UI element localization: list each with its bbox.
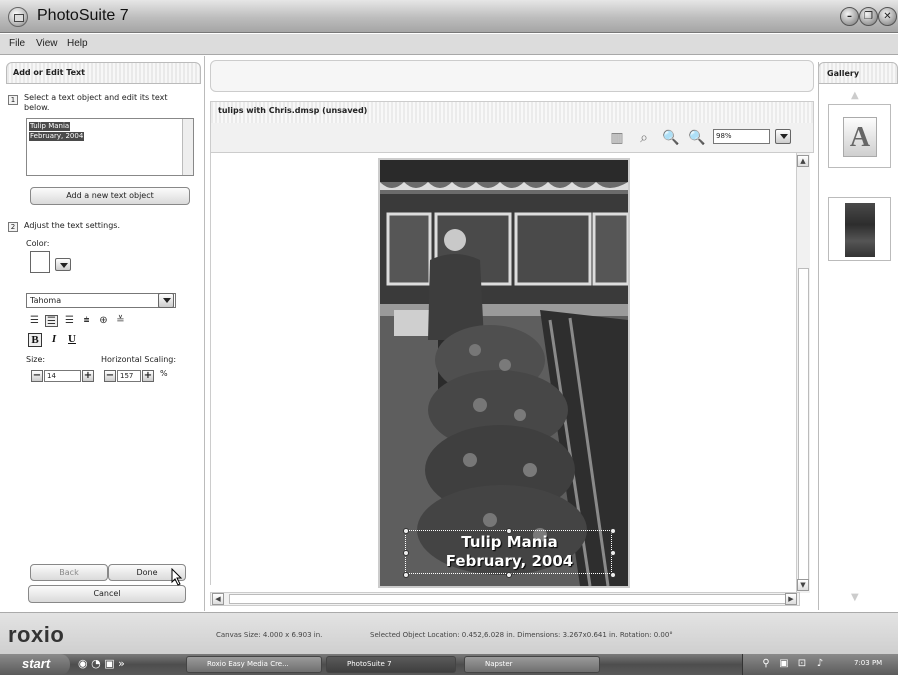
add-text-object-button[interactable]: Add a new text object xyxy=(30,187,190,205)
photo-thumbnail xyxy=(845,203,875,257)
gallery-photo-thumb[interactable] xyxy=(828,197,891,261)
close-button[interactable]: ✕ xyxy=(878,7,897,26)
scaling-field[interactable]: 157 xyxy=(117,370,141,382)
scroll-up-icon[interactable]: ▲ xyxy=(797,155,809,167)
tray-icon[interactable]: ⊡ xyxy=(796,658,808,670)
step-1-instruction-line1: Select a text object and edit its text xyxy=(24,93,168,102)
app-icon[interactable] xyxy=(8,7,28,27)
color-dropdown-icon[interactable] xyxy=(55,258,71,271)
scroll-left-icon[interactable]: ◀ xyxy=(212,593,224,605)
scaling-increase-button[interactable]: + xyxy=(142,370,154,382)
underline-icon[interactable]: U xyxy=(65,333,79,347)
text-line-1: Tulip Mania xyxy=(29,122,71,131)
menu-bar xyxy=(0,34,898,55)
resize-handle[interactable] xyxy=(610,572,616,578)
menu-help[interactable]: Help xyxy=(67,38,88,49)
scroll-down-icon[interactable]: ▼ xyxy=(797,579,809,591)
minimize-button[interactable]: – xyxy=(840,7,859,26)
taskbar-item-napster[interactable]: Napster xyxy=(464,656,600,673)
canvas-size-status: Canvas Size: 4.000 x 6.903 in. xyxy=(216,631,323,639)
text-line-2: February, 2004 xyxy=(29,132,85,141)
roxio-logo: roxio xyxy=(8,622,65,647)
clock: 7:03 PM xyxy=(854,659,883,667)
cancel-button[interactable]: Cancel xyxy=(28,585,186,603)
step-1-instruction-line2: below. xyxy=(24,103,50,112)
size-increase-button[interactable]: + xyxy=(82,370,94,382)
bold-icon[interactable]: B xyxy=(28,333,42,347)
vertical-scrollbar[interactable]: ▲ ▼ xyxy=(796,153,810,593)
tray-icon[interactable]: ▣ xyxy=(778,658,790,670)
horizontal-scaling-label: Horizontal Scaling: xyxy=(101,355,177,364)
resize-handle[interactable] xyxy=(506,572,512,578)
scaling-unit: % xyxy=(160,369,168,378)
overlay-line-2: February, 2004 xyxy=(445,552,574,570)
zoom-dropdown-icon[interactable] xyxy=(775,129,791,144)
tray-icon[interactable]: ⚲ xyxy=(760,658,772,670)
align-middle-icon[interactable]: ⊕ xyxy=(97,315,110,327)
taskbar-item-roxio[interactable]: Roxio Easy Media Cre... xyxy=(186,656,322,673)
gallery-header: Gallery xyxy=(818,62,898,84)
text-object-selection[interactable]: Tulip Mania February, 2004 xyxy=(403,528,616,578)
zoom-out-icon[interactable]: 🔍 xyxy=(688,129,706,147)
taskbar-item-photosuite[interactable]: PhotoSuite 7 xyxy=(326,656,456,673)
back-button[interactable]: Back xyxy=(30,564,108,581)
document-title: tulips with Chris.dmsp (unsaved) xyxy=(218,106,368,115)
zoom-select[interactable]: 98% xyxy=(713,129,770,144)
step-2-badge: 2 xyxy=(8,222,18,232)
align-right-icon[interactable]: ☰ xyxy=(63,315,76,327)
top-banner xyxy=(210,60,814,92)
window-title: PhotoSuite 7 xyxy=(37,7,129,24)
resize-handle[interactable] xyxy=(610,550,616,556)
resize-handle[interactable] xyxy=(610,528,616,534)
vertical-scroll-thumb[interactable] xyxy=(798,268,809,588)
step-1-badge: 1 xyxy=(8,95,18,105)
zoom-area-icon[interactable]: ⌕ xyxy=(635,129,653,147)
overlay-line-1: Tulip Mania xyxy=(461,533,558,551)
font-dropdown-icon[interactable] xyxy=(158,293,174,308)
resize-handle[interactable] xyxy=(506,528,512,534)
panel-header: Add or Edit Text xyxy=(6,62,201,84)
gallery-scroll-up-icon[interactable]: ▲ xyxy=(851,90,859,101)
scroll-right-icon[interactable]: ▶ xyxy=(785,593,797,605)
color-swatch[interactable] xyxy=(30,251,50,273)
align-top-icon[interactable]: ⩧ xyxy=(80,315,93,327)
align-center-icon[interactable]: ☰ xyxy=(45,315,58,327)
color-label: Color: xyxy=(26,239,50,248)
fit-page-icon[interactable]: ▥ xyxy=(608,129,626,147)
menu-file[interactable]: File xyxy=(9,38,25,49)
menu-view[interactable]: View xyxy=(36,38,58,49)
zoom-in-icon[interactable]: 🔍 xyxy=(662,129,680,147)
resize-handle[interactable] xyxy=(403,550,409,556)
selected-object-status: Selected Object Location: 0.452,6.028 in… xyxy=(370,631,673,639)
resize-handle[interactable] xyxy=(403,572,409,578)
horizontal-scroll-thumb[interactable] xyxy=(229,594,797,604)
quick-launch-icons[interactable]: ◉ ◔ ▣ » xyxy=(78,657,125,670)
horizontal-scrollbar[interactable]: ◀ ▶ xyxy=(210,592,800,606)
start-button[interactable]: start xyxy=(0,654,70,675)
step-2-instruction: Adjust the text settings. xyxy=(24,221,120,230)
scaling-decrease-button[interactable]: − xyxy=(104,370,116,382)
mouse-cursor-icon xyxy=(171,568,183,586)
text-style-a-icon: A xyxy=(843,117,877,157)
font-select[interactable]: Tahoma xyxy=(26,293,176,308)
text-box-scrollbar[interactable] xyxy=(182,119,193,175)
photo-scene xyxy=(380,160,628,586)
size-decrease-button[interactable]: − xyxy=(31,370,43,382)
photo-image[interactable] xyxy=(378,158,630,588)
size-label: Size: xyxy=(26,355,46,364)
align-bottom-icon[interactable]: ≚ xyxy=(114,315,127,327)
italic-icon[interactable]: I xyxy=(47,333,61,347)
gallery-scroll-down-icon[interactable]: ▼ xyxy=(851,592,859,603)
align-left-icon[interactable]: ☰ xyxy=(28,315,41,327)
restore-button[interactable]: ❐ xyxy=(859,7,878,26)
gallery-text-style-thumb[interactable]: A xyxy=(828,104,891,168)
text-edit-box[interactable]: Tulip Mania February, 2004 xyxy=(26,118,194,176)
title-bar xyxy=(0,0,898,33)
resize-handle[interactable] xyxy=(403,528,409,534)
size-field[interactable]: 14 xyxy=(44,370,81,382)
tray-icon[interactable]: ♪ xyxy=(814,658,826,670)
